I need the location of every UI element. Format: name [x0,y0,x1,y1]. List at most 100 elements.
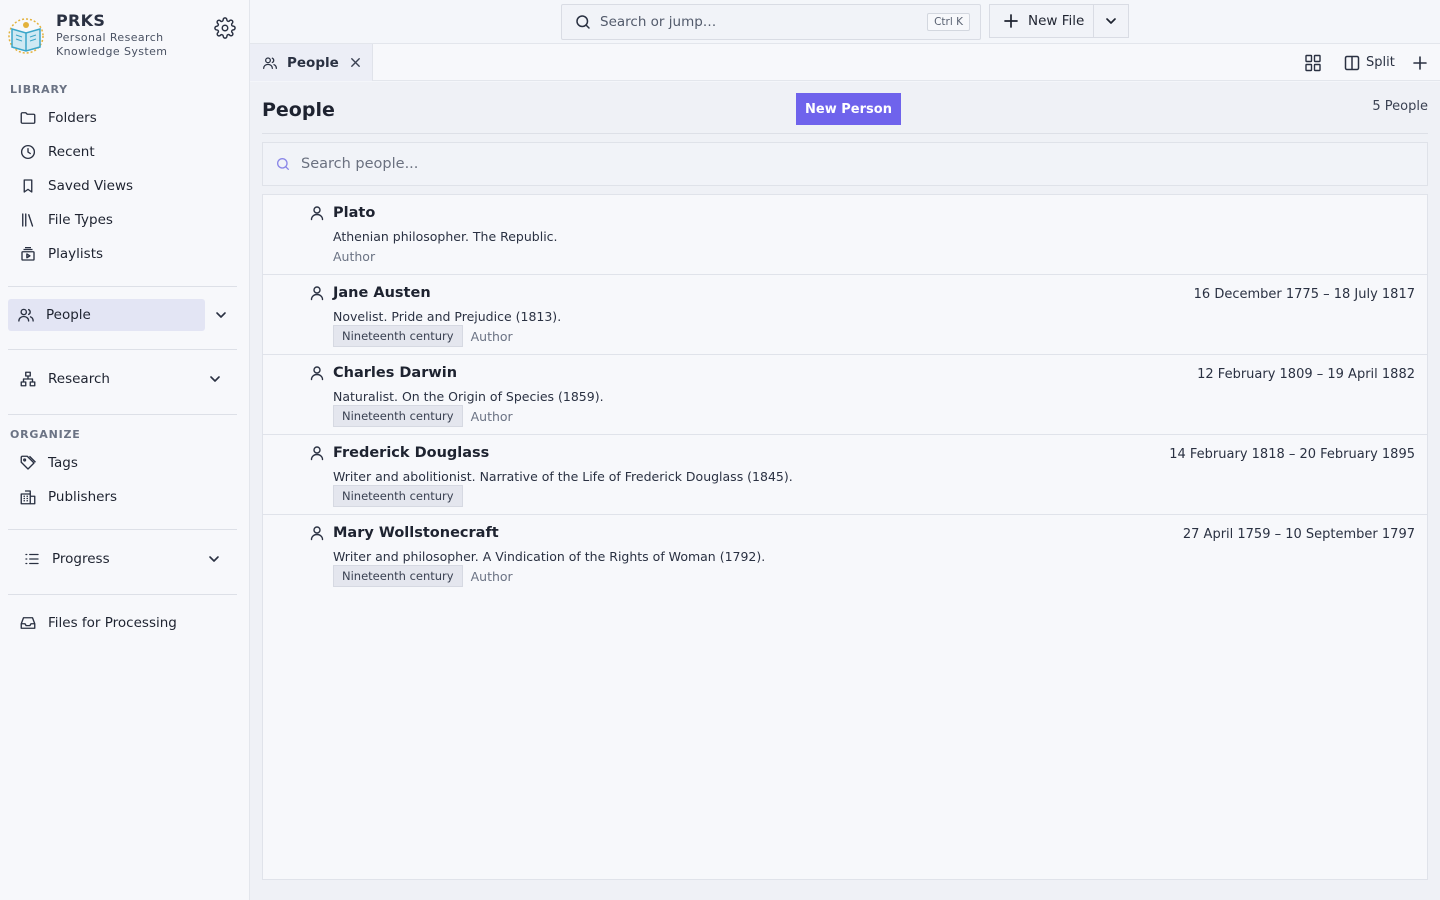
sidebar-item-saved-views[interactable]: Saved Views [10,171,238,201]
era-tag[interactable]: Nineteenth century [333,565,463,587]
sidebar-item-publishers[interactable]: Publishers [10,482,238,512]
person-dates: 12 February 1809 – 19 April 1882 [1197,367,1415,382]
person-icon [310,446,324,461]
organize-section-label: ORGANIZE [10,428,81,441]
sidebar-item-label: Playlists [48,246,104,262]
chevron-down-icon[interactable] [206,551,222,567]
close-icon[interactable] [349,56,362,69]
role-label: Author [333,248,376,264]
sidebar-item-label: Publishers [48,489,118,505]
sidebar: PRKS Personal Research Knowledge System … [0,0,250,900]
sidebar-item-label: Recent [48,144,95,160]
split-icon [1344,55,1360,70]
sidebar-item-label: Saved Views [48,178,134,194]
search-placeholder: Search or jump… [600,14,717,30]
library-section-label: LIBRARY [10,83,68,96]
global-search-input[interactable]: Search or jump… Ctrl K [561,4,981,40]
bookmark-icon [18,176,38,196]
person-description: Writer and abolitionist. Narrative of th… [333,469,793,484]
person-row[interactable]: Plato Athenian philosopher. The Republic… [263,195,1427,275]
people-icon [263,56,277,69]
split-button[interactable]: Split [1344,44,1395,81]
sidebar-item-label: People [46,307,91,323]
sidebar-item-people[interactable]: People [8,299,205,331]
person-row[interactable]: Jane Austen 16 December 1775 – 18 July 1… [263,275,1427,355]
sidebar-item-progress[interactable]: Progress [14,544,234,574]
person-meta: Nineteenth century Author [333,405,513,427]
people-search [262,142,1428,186]
header-divider [262,133,1428,134]
new-file-label: New File [1028,13,1085,29]
app-name: PRKS [56,11,106,30]
person-icon [310,366,324,381]
gear-icon[interactable] [214,17,236,39]
tab-label: People [287,54,339,71]
chevron-down-icon[interactable] [213,307,229,323]
era-tag[interactable]: Nineteenth century [333,485,463,507]
clock-icon [18,142,38,162]
chevron-down-icon[interactable] [207,371,223,387]
sidebar-item-research[interactable]: Research [10,364,238,394]
new-file-dropdown[interactable] [1094,5,1128,37]
plus-icon [1413,55,1427,70]
person-dates: 14 February 1818 – 20 February 1895 [1169,447,1415,462]
inbox-icon [18,613,38,633]
people-icon [16,305,36,325]
person-icon [310,286,324,301]
topbar: Search or jump… Ctrl K New File [250,0,1440,44]
playlist-icon [18,244,38,264]
person-name: Mary Wollstonecraft [333,525,499,541]
sidebar-divider [8,349,237,350]
logo-icon [8,18,44,54]
building-icon [18,487,38,507]
sidebar-item-folders[interactable]: Folders [10,103,238,133]
person-row[interactable]: Charles Darwin 12 February 1809 – 19 Apr… [263,355,1427,435]
sidebar-item-label: Files for Processing [48,615,177,631]
sidebar-item-recent[interactable]: Recent [10,137,238,167]
tab-bar: People Split [250,44,1440,81]
sidebar-divider [8,286,237,287]
person-name: Plato [333,205,376,221]
sidebar-item-label: Research [48,371,110,387]
sidebar-divider [8,414,237,415]
grid-view-button[interactable] [1304,44,1322,81]
sidebar-item-files-for-processing[interactable]: Files for Processing [10,608,238,638]
sidebar-item-label: File Types [48,212,113,228]
person-description: Writer and philosopher. A Vindication of… [333,549,766,564]
chevron-down-icon [1106,18,1116,24]
sidebar-item-label: Folders [48,110,97,126]
person-icon [310,206,324,221]
person-description: Novelist. Pride and Prejudice (1813). [333,309,562,324]
tab-people[interactable]: People [250,44,373,81]
people-list: Plato Athenian philosopher. The Republic… [262,194,1428,880]
sidebar-item-tags[interactable]: Tags [10,448,238,478]
person-name: Jane Austen [333,285,431,301]
new-person-button[interactable]: New Person [796,93,901,125]
role-label: Author [470,328,513,344]
split-label: Split [1366,55,1395,70]
brand[interactable]: PRKS Personal Research Knowledge System [6,11,244,62]
person-row[interactable]: Frederick Douglass 14 February 1818 – 20… [263,435,1427,515]
hierarchy-icon [18,369,38,389]
people-page: People New Person 5 People Plato Athenia… [250,82,1440,900]
new-file-button[interactable]: New File [990,5,1094,37]
role-label: Author [470,568,513,584]
plus-icon [1004,14,1018,28]
sidebar-item-playlists[interactable]: Playlists [10,239,238,269]
people-search-input[interactable] [301,156,1401,172]
era-tag[interactable]: Nineteenth century [333,325,463,347]
person-meta: Nineteenth century [333,485,471,507]
people-count: 5 People [1372,99,1428,114]
new-tab-button[interactable] [1412,44,1428,81]
era-tag[interactable]: Nineteenth century [333,405,463,427]
person-row[interactable]: Mary Wollstonecraft 27 April 1759 – 10 S… [263,515,1427,595]
sidebar-item-label: Tags [48,455,78,471]
person-description: Athenian philosopher. The Republic. [333,229,558,244]
person-name: Frederick Douglass [333,445,490,461]
shortcut-hint: Ctrl K [927,13,970,31]
sidebar-divider [8,594,237,595]
list-icon [22,549,42,569]
sidebar-item-file-types[interactable]: File Types [10,205,238,235]
person-meta: Nineteenth century Author [333,325,513,347]
person-description: Naturalist. On the Origin of Species (18… [333,389,604,404]
